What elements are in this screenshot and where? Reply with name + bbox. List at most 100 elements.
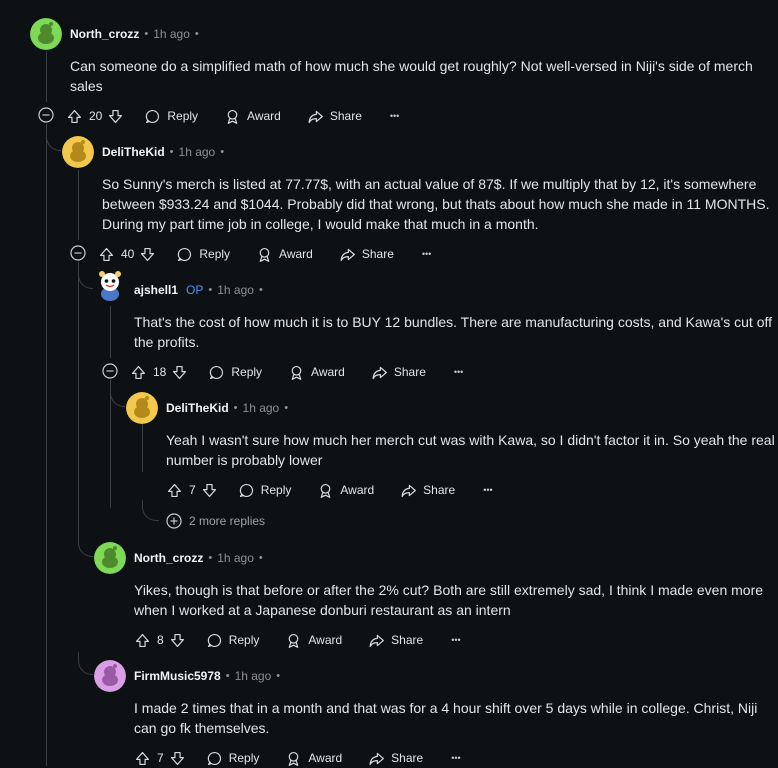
avatar[interactable]	[126, 392, 158, 424]
downvote-button[interactable]	[107, 108, 124, 125]
comment-icon	[239, 483, 253, 497]
share-button[interactable]: Share	[368, 632, 423, 649]
snoo-avatar-icon	[94, 660, 126, 692]
comment-actions: 7 Reply Award Share •••	[134, 748, 461, 768]
share-button[interactable]: Share	[400, 482, 455, 499]
share-icon	[369, 634, 385, 647]
thread-connector	[78, 652, 93, 675]
author-name[interactable]: DeliTheKid	[102, 145, 165, 159]
author-name[interactable]: DeliTheKid	[166, 401, 229, 415]
award-button[interactable]: Award	[285, 632, 342, 649]
more-options-button[interactable]: •••	[454, 367, 463, 377]
reply-label: Reply	[231, 365, 263, 379]
award-button[interactable]: Award	[317, 482, 374, 499]
reply-button[interactable]: Reply	[176, 246, 230, 263]
avatar[interactable]	[94, 660, 126, 692]
timestamp[interactable]: 1h ago	[217, 283, 254, 297]
author-name[interactable]: North_crozz	[70, 27, 139, 41]
reply-button[interactable]: Reply	[238, 482, 292, 499]
comment-body: Can someone do a simplified math of how …	[70, 56, 753, 96]
award-label: Award	[308, 751, 343, 765]
author-name[interactable]: FirmMusic5978	[134, 669, 221, 683]
share-icon	[401, 484, 417, 497]
share-button[interactable]: Share	[339, 246, 394, 263]
upvote-icon	[135, 633, 150, 647]
reply-button[interactable]: Reply	[208, 364, 262, 381]
separator-dot: •	[144, 28, 149, 40]
reply-button[interactable]: Reply	[206, 750, 260, 767]
share-button[interactable]: Share	[371, 364, 426, 381]
downvote-icon	[141, 247, 155, 261]
reply-label: Reply	[260, 483, 292, 497]
separator-dot: •	[208, 552, 213, 564]
comment-meta: DeliTheKid • 1h ago •	[102, 144, 229, 160]
reply-button[interactable]: Reply	[144, 108, 198, 125]
thread-connector	[78, 536, 93, 557]
comment-body: Yeah I wasn't sure how much her merch cu…	[166, 430, 775, 470]
award-button[interactable]: Award	[224, 108, 281, 125]
share-label: Share	[391, 633, 424, 647]
timestamp[interactable]: 1h ago	[153, 27, 190, 41]
thread-line	[142, 424, 143, 472]
award-icon	[259, 247, 270, 262]
author-name[interactable]: North_crozz	[134, 551, 203, 565]
downvote-button[interactable]	[169, 750, 186, 767]
snoo-avatar-icon	[99, 271, 121, 301]
author-name[interactable]: ajshell1	[134, 283, 178, 297]
award-button[interactable]: Award	[288, 364, 345, 381]
share-button[interactable]: Share	[368, 750, 423, 767]
share-label: Share	[423, 483, 456, 497]
separator-dot: •	[276, 670, 281, 682]
downvote-button[interactable]	[139, 246, 156, 263]
reply-button[interactable]: Reply	[206, 632, 260, 649]
reply-label: Reply	[228, 633, 260, 647]
share-button[interactable]: Share	[307, 108, 362, 125]
upvote-button[interactable]	[98, 246, 115, 263]
thread-line	[110, 306, 111, 358]
separator-dot: •	[169, 146, 174, 158]
timestamp[interactable]: 1h ago	[243, 401, 280, 415]
collapse-thread-icon[interactable]	[38, 107, 54, 123]
upvote-button[interactable]	[134, 632, 151, 649]
collapse-thread-icon[interactable]	[102, 363, 118, 379]
downvote-button[interactable]	[171, 364, 188, 381]
avatar[interactable]	[94, 270, 126, 302]
upvote-button[interactable]	[130, 364, 147, 381]
comment-icon	[207, 751, 221, 765]
comment-text-line: Can someone do a simplified math of how …	[70, 58, 753, 74]
upvote-button[interactable]	[134, 750, 151, 767]
upvote-icon	[167, 483, 182, 497]
downvote-button[interactable]	[169, 632, 186, 649]
timestamp[interactable]: 1h ago	[235, 669, 272, 683]
more-options-button[interactable]: •••	[483, 485, 492, 495]
more-options-button[interactable]: •••	[451, 635, 460, 645]
upvote-button[interactable]	[166, 482, 183, 499]
more-replies-link[interactable]: 2 more replies	[166, 513, 265, 529]
comment-actions: 20 Reply Award Share •••	[66, 106, 399, 126]
timestamp[interactable]: 1h ago	[179, 145, 216, 159]
avatar[interactable]	[62, 136, 94, 168]
more-options-button[interactable]: •••	[422, 249, 431, 259]
comment-actions: 40 Reply Award Share •••	[98, 244, 431, 264]
vote-count: 7	[189, 483, 196, 497]
avatar[interactable]	[94, 542, 126, 574]
comment-actions: 8 Reply Award Share •••	[134, 630, 461, 650]
upvote-button[interactable]	[66, 108, 83, 125]
collapse-thread-icon[interactable]	[70, 245, 86, 261]
upvote-icon	[135, 751, 150, 765]
more-options-button[interactable]: •••	[451, 753, 460, 763]
comment-body: That's the cost of how much it is to BUY…	[134, 312, 772, 352]
avatar[interactable]	[30, 18, 62, 50]
thread-connector	[78, 268, 93, 289]
award-label: Award	[308, 633, 343, 647]
award-button[interactable]: Award	[285, 750, 342, 767]
share-label: Share	[391, 751, 424, 765]
award-button[interactable]: Award	[256, 246, 313, 263]
more-options-button[interactable]: •••	[390, 111, 399, 121]
comment-body: Yikes, though is that before or after th…	[134, 580, 763, 620]
downvote-button[interactable]	[201, 482, 218, 499]
comment-body: I made 2 times that in a month and that …	[134, 698, 757, 738]
reply-label: Reply	[228, 751, 260, 765]
thread-line	[46, 124, 47, 766]
timestamp[interactable]: 1h ago	[217, 551, 254, 565]
